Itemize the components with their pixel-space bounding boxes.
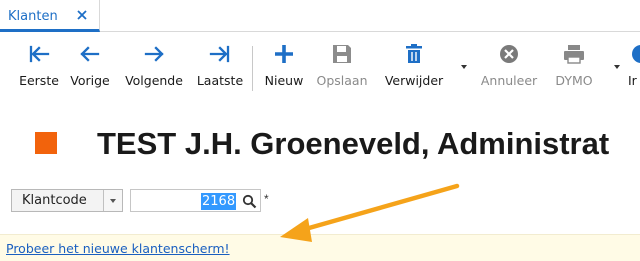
cancel-button[interactable]: Annuleer bbox=[478, 43, 540, 95]
trash-icon bbox=[380, 43, 448, 69]
arrow-right-icon bbox=[120, 43, 188, 69]
first-button[interactable]: Eerste bbox=[16, 43, 62, 95]
arrow-left-icon bbox=[66, 43, 114, 69]
toolbar-separator bbox=[252, 46, 253, 91]
last-button[interactable]: Laatste bbox=[194, 43, 246, 95]
next-button[interactable]: Volgende bbox=[120, 43, 188, 95]
dymo-dropdown-arrow[interactable] bbox=[614, 65, 620, 69]
save-button[interactable]: Opslaan bbox=[314, 43, 370, 95]
delete-dropdown-arrow[interactable] bbox=[461, 65, 467, 69]
chevron-down-icon[interactable] bbox=[103, 190, 122, 211]
previous-button[interactable]: Vorige bbox=[66, 43, 114, 95]
plus-icon bbox=[260, 43, 308, 69]
search-field-selector[interactable]: Klantcode bbox=[11, 189, 123, 212]
tab-strip: Klanten bbox=[0, 0, 640, 32]
annotation-arrow-icon bbox=[280, 183, 460, 242]
printer-icon bbox=[548, 43, 600, 69]
new-client-screen-link[interactable]: Probeer het nieuwe klantenscherm! bbox=[6, 241, 230, 256]
cancel-icon bbox=[478, 43, 540, 69]
close-icon[interactable] bbox=[75, 8, 89, 22]
last-record-icon bbox=[194, 43, 246, 69]
new-button[interactable]: Nieuw bbox=[260, 43, 308, 95]
page-title: TEST J.H. Groeneveld, Administrat bbox=[97, 126, 610, 161]
save-icon bbox=[314, 43, 370, 69]
search-input-value: 2168 bbox=[201, 193, 237, 210]
delete-button[interactable]: Verwijder bbox=[380, 43, 448, 95]
title-color-marker bbox=[35, 132, 57, 154]
tab-label: Klanten bbox=[8, 9, 58, 24]
toolbar: Eerste Vorige Volgende Laatste Nieuw Ops… bbox=[0, 33, 640, 99]
search-input[interactable]: 2168 bbox=[130, 189, 261, 212]
dymo-button[interactable]: DYMO bbox=[548, 43, 600, 95]
first-record-icon bbox=[16, 43, 62, 69]
search-field-label: Klantcode bbox=[22, 193, 87, 208]
tab-klanten[interactable]: Klanten bbox=[0, 0, 100, 32]
partial-toolbar-button[interactable]: Ir bbox=[628, 43, 640, 95]
info-icon bbox=[628, 43, 640, 69]
